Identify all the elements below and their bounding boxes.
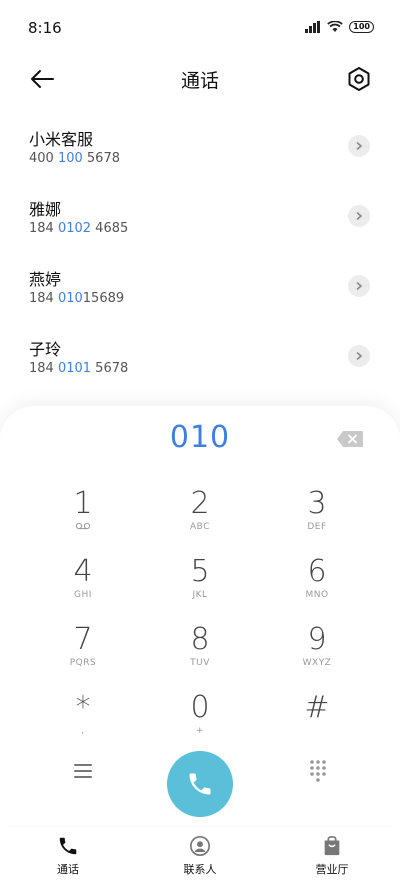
key-digit: 9 [307,622,327,657]
phone-icon [59,837,77,855]
dial-key-2[interactable]: 2 ABC [160,488,240,546]
contact-number: 400 100 5678 [29,151,120,166]
key-letters: JKL [192,590,208,600]
dial-key-star[interactable]: * , [43,692,123,750]
contact-name: 雅娜 [29,200,62,219]
number-part: 5678 [91,361,129,376]
dialpad-toggle-icon[interactable] [308,759,328,783]
backspace-icon[interactable] [336,430,364,448]
key-letters: , [81,726,85,736]
wifi-icon [327,21,344,32]
voicemail-icon [43,522,123,533]
dial-key-8[interactable]: 8 TUV [160,624,240,682]
header: 通话 [0,56,400,102]
key-digit: 6 [307,554,327,589]
dial-key-3[interactable]: 3 DEF [277,488,357,546]
nav-label: 联系人 [183,863,217,876]
battery-indicator: 100 [349,21,374,33]
number-part: 184 [29,361,58,376]
contact-detail-button[interactable] [348,275,370,297]
nav-item-contacts[interactable]: 联系人 [155,835,245,877]
number-match: 0102 [57,221,92,236]
number-part: 5678 [82,151,120,166]
contact-name: 燕婷 [29,270,62,289]
number-match: 100 [53,151,83,166]
contact-number: 184 01015689 [29,291,124,306]
number-part: 184 [29,291,58,306]
menu-icon[interactable] [70,761,96,781]
nav-label: 营业厅 [315,863,349,876]
key-digit: 8 [190,622,210,657]
key-digit: 4 [73,554,93,589]
contact-detail-button[interactable] [348,135,370,157]
phone-icon [189,773,211,795]
bottom-nav: 通话 联系人 营业厅 [0,827,400,889]
dial-key-9[interactable]: 9 WXYZ [277,624,357,682]
dial-key-1[interactable]: 1 [43,488,123,546]
key-letters: MNO [305,590,329,600]
signal-icon [305,21,321,33]
key-letters: GHI [74,590,92,600]
nav-item-store[interactable]: 营业厅 [287,835,377,877]
dial-key-6[interactable]: 6 MNO [277,556,357,614]
contact-name: 小米客服 [29,130,94,149]
settings-icon[interactable] [345,65,373,93]
key-digit: 7 [73,622,93,657]
chevron-right-icon [356,352,363,360]
dial-key-5[interactable]: 5 JKL [160,556,240,614]
key-digit: # [304,690,330,725]
chevron-right-icon [356,142,363,150]
dial-key-4[interactable]: 4 GHI [43,556,123,614]
status-time: 8:16 [28,19,62,37]
contact-item[interactable]: 燕婷 184 01015689 [0,250,400,320]
status-icons: 100 [305,21,374,33]
contact-name: 子玲 [29,340,62,359]
dial-key-0[interactable]: 0 + [160,692,240,750]
key-letters: DEF [307,522,327,532]
key-digit: * [75,690,91,725]
chevron-right-icon [356,282,363,290]
dial-key-7[interactable]: 7 PQRS [43,624,123,682]
contact-detail-button[interactable] [348,345,370,367]
contact-detail-button[interactable] [348,205,370,227]
dialpad-panel: 010 1 2 ABC 3 DEF 4 GHI 5 JKL 6 MNO 7 PQ… [0,406,400,826]
number-part: 15689 [82,291,125,306]
nav-item-calls[interactable]: 通话 [23,835,113,877]
store-icon [324,836,340,856]
dial-key-hash[interactable]: # [277,692,357,750]
key-digit: 0 [190,690,210,725]
contact-item[interactable]: 小米客服 400 100 5678 [0,110,400,180]
chevron-right-icon [356,212,363,220]
key-digit: 3 [307,486,327,521]
contacts-icon [190,836,210,856]
key-letters: + [195,726,205,736]
contact-number: 184 0102 4685 [29,221,128,236]
key-letters: TUV [190,658,210,668]
key-digit: 1 [73,486,93,521]
key-digit: 2 [190,486,210,521]
key-letters: PQRS [69,658,97,668]
contact-item[interactable]: 雅娜 184 0102 4685 [0,180,400,250]
key-letters: ABC [190,522,210,532]
nav-label: 通话 [57,863,79,876]
contact-item[interactable]: 子玲 184 0101 5678 [0,320,400,390]
number-part: 400 [29,151,54,166]
key-digit: 5 [190,554,210,589]
number-match: 010 [57,291,83,306]
page-title: 通话 [180,70,219,92]
call-button[interactable] [167,751,233,817]
number-match: 0101 [57,361,92,376]
contact-number: 184 0101 5678 [29,361,128,376]
number-part: 184 [29,221,58,236]
contact-list: 小米客服 400 100 5678 雅娜 184 0102 4685 燕婷 18… [0,110,400,390]
key-letters: WXYZ [302,658,332,668]
status-bar: 8:16 100 [0,0,400,56]
number-part: 4685 [91,221,129,236]
